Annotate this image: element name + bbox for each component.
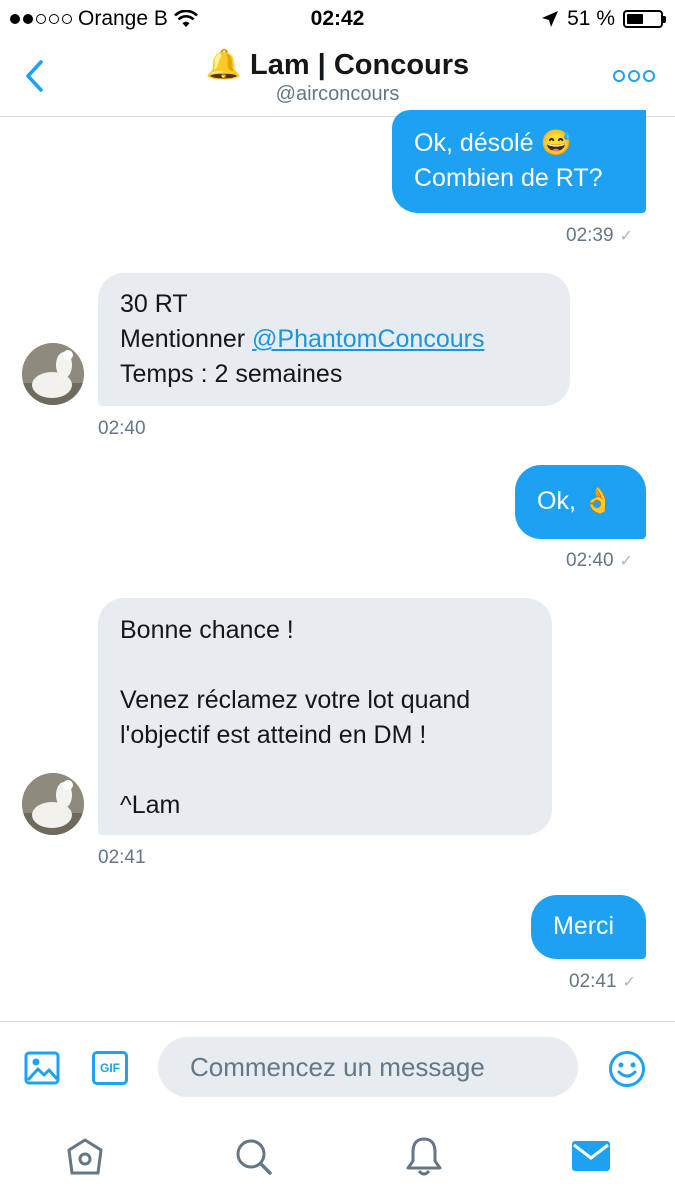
battery-icon [623, 10, 666, 28]
message-text: Ok, 👌 [537, 487, 614, 515]
timestamp-text: 02:40 [566, 550, 614, 571]
message-bubble-outgoing[interactable]: Ok, 👌 [515, 465, 646, 539]
gif-icon[interactable]: GIF [92, 1051, 128, 1085]
home-icon[interactable] [65, 1137, 105, 1177]
tab-bar [0, 1119, 675, 1200]
bell-emoji-icon: 🔔 [205, 49, 242, 81]
message-bubble-outgoing[interactable]: Merci [531, 895, 646, 959]
mention-link[interactable]: @PhantomConcours [252, 325, 484, 353]
message-text: Ok, désolé 😅 [414, 129, 572, 157]
message-text: Temps : 2 semaines [120, 360, 343, 388]
message-bubble-incoming[interactable]: Bonne chance ! Venez réclamez votre lot … [98, 598, 552, 835]
search-icon[interactable] [234, 1137, 274, 1177]
message-bubble-outgoing[interactable]: Ok, désolé 😅 Combien de RT? [392, 110, 646, 213]
message-timestamp: 02:40 ✓ [566, 550, 633, 572]
gif-label: GIF [100, 1061, 120, 1075]
emoji-icon[interactable] [608, 1050, 646, 1088]
message-input[interactable]: Commencez un message [158, 1037, 578, 1097]
message-timestamp: 02:41 ✓ [569, 971, 636, 993]
conversation-header: 🔔 Lam | Concours @airconcours [0, 38, 675, 117]
sent-check-icon: ✓ [622, 974, 636, 991]
conversation-handle[interactable]: @airconcours [0, 83, 675, 106]
message-bubble-incoming[interactable]: 30 RT Mentionner @PhantomConcours Temps … [98, 273, 570, 406]
battery-percent: 51 % [567, 7, 615, 30]
message-text: ^Lam [120, 791, 181, 819]
location-arrow-icon [542, 11, 559, 27]
timestamp-text: 02:41 [569, 971, 617, 992]
status-right: 51 % [541, 7, 666, 31]
message-text [120, 648, 530, 683]
message-text: l'objectif est atteind en DM ! [120, 721, 427, 749]
avatar[interactable] [22, 343, 84, 405]
mail-icon[interactable] [571, 1139, 611, 1173]
sent-check-icon: ✓ [619, 228, 633, 245]
message-timestamp: 02:41 [98, 847, 146, 868]
message-text [120, 753, 530, 788]
message-text: Mentionner @PhantomConcours [120, 322, 548, 357]
message-text: Venez réclamez votre lot quand [120, 686, 471, 714]
sent-check-icon: ✓ [619, 553, 633, 570]
message-text: Combien de RT? [414, 164, 603, 192]
message-text-part: Mentionner [120, 325, 253, 353]
status-bar: Orange B 02:42 51 % [0, 0, 675, 38]
more-dots-icon[interactable] [613, 70, 655, 82]
avatar-llama-image [22, 773, 84, 835]
message-text: Bonne chance ! [120, 616, 294, 644]
message-composer: GIF Commencez un message [0, 1021, 675, 1120]
message-text: 30 RT [120, 290, 188, 318]
conversation-title-text: Lam | Concours [249, 49, 470, 81]
bell-icon[interactable] [404, 1135, 444, 1177]
image-icon[interactable] [24, 1050, 60, 1086]
avatar-llama-image [22, 343, 84, 405]
message-timestamp: 02:39 ✓ [566, 225, 633, 247]
conversation-title[interactable]: 🔔 Lam | Concours [0, 48, 675, 82]
timestamp-text: 02:39 [566, 225, 614, 246]
message-timestamp: 02:40 [98, 418, 146, 439]
avatar[interactable] [22, 773, 84, 835]
message-text: Merci [553, 912, 615, 940]
